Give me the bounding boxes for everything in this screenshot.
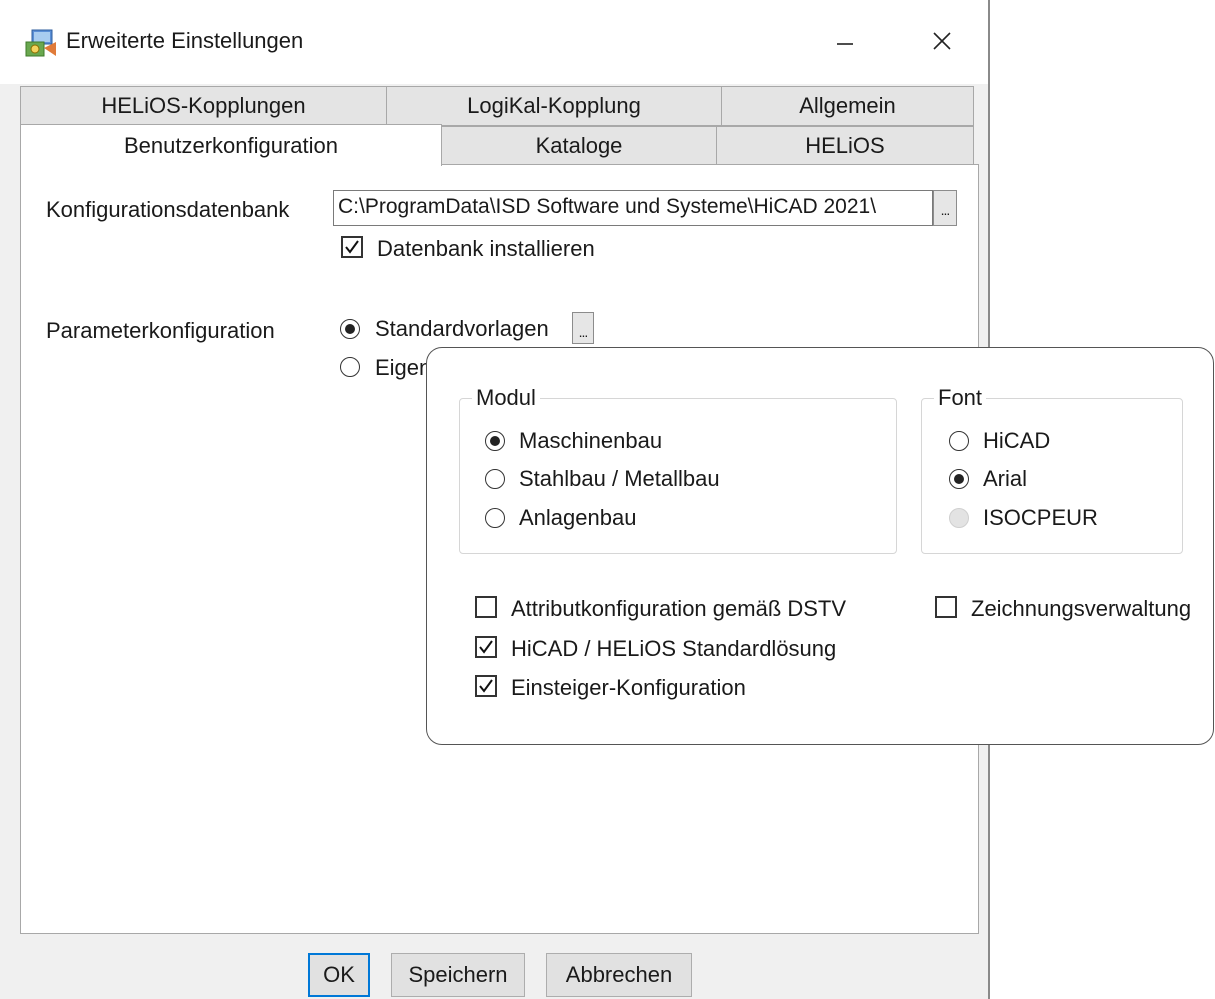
font-group-title: Font [934,385,987,411]
radio-arial[interactable] [949,469,969,489]
install-db-label: Datenbank installieren [377,236,595,261]
maschinenbau-label: Maschinenbau [519,428,663,453]
config-db-path-field[interactable]: C:\ProgramData\ISD Software und Systeme\… [333,190,933,226]
config-db-label: Konfigurationsdatenbank [46,197,290,222]
close-icon [933,32,951,50]
helios-standard-checkbox[interactable] [475,636,497,658]
einsteiger-label: Einsteiger-Konfiguration [511,675,746,700]
tab-benutzerkonfiguration[interactable]: Benutzerkonfiguration [20,124,442,166]
einsteiger-checkbox[interactable] [475,675,497,697]
window-title: Erweiterte Einstellungen [66,28,304,53]
isocpeur-label: ISOCPEUR [983,505,1098,530]
radio-selected-dot [490,436,500,446]
hicad-label: HiCAD [983,428,1051,453]
eigen-label: Eigen [375,355,432,380]
radio-selected-dot [345,324,355,334]
tab-helios[interactable]: HELiOS [716,126,974,166]
tab-helios-kopplungen[interactable]: HELiOS-Kopplungen [20,86,387,126]
standardvorlagen-popup: Modul Maschinenbau Stahlbau / Metallbau … [426,347,1214,745]
zeichnungsverwaltung-label: Zeichnungsverwaltung [971,596,1192,621]
radio-maschinenbau[interactable] [485,431,505,451]
stahlbau-metallbau-label: Stahlbau / Metallbau [519,466,720,491]
cancel-button[interactable]: Abbrechen [546,953,692,997]
ok-button[interactable]: OK [308,953,370,997]
tab-kataloge[interactable]: Kataloge [441,126,717,166]
standardvorlagen-browse-button[interactable]: ... [572,312,594,344]
radio-selected-dot [954,474,964,484]
radio-standardvorlagen[interactable] [340,319,360,339]
tab-allgemein[interactable]: Allgemein [721,86,974,126]
dstv-attribute-checkbox[interactable] [475,596,497,618]
arial-label: Arial [983,466,1028,491]
radio-hicad[interactable] [949,431,969,451]
app-settings-icon [25,29,56,57]
modul-group-title: Modul [472,385,540,411]
title-bar: Erweiterte Einstellungen [0,0,988,84]
tab-logikal-kopplung[interactable]: LogiKal-Kopplung [386,86,722,126]
dstv-attribute-label: Attributkonfiguration gemäß DSTV [511,596,847,621]
param-config-label: Parameterkonfiguration [46,318,275,343]
close-button[interactable] [912,16,972,66]
radio-stahlbau-metallbau[interactable] [485,469,505,489]
checkmark-icon [479,679,493,693]
standardvorlagen-label: Standardvorlagen [375,316,549,341]
helios-standard-label: HiCAD / HELiOS Standardlösung [511,636,837,661]
radio-eigen[interactable] [340,357,360,377]
anlagenbau-label: Anlagenbau [519,505,637,530]
maximize-button[interactable] [823,16,883,66]
zeichnungsverwaltung-checkbox[interactable] [935,596,957,618]
save-button[interactable]: Speichern [391,953,525,997]
config-db-browse-button[interactable]: ... [933,190,957,226]
radio-anlagenbau[interactable] [485,508,505,528]
radio-isocpeur[interactable] [949,508,969,528]
checkmark-icon [479,640,493,654]
install-db-checkbox[interactable] [341,236,363,258]
checkmark-icon [345,240,359,254]
